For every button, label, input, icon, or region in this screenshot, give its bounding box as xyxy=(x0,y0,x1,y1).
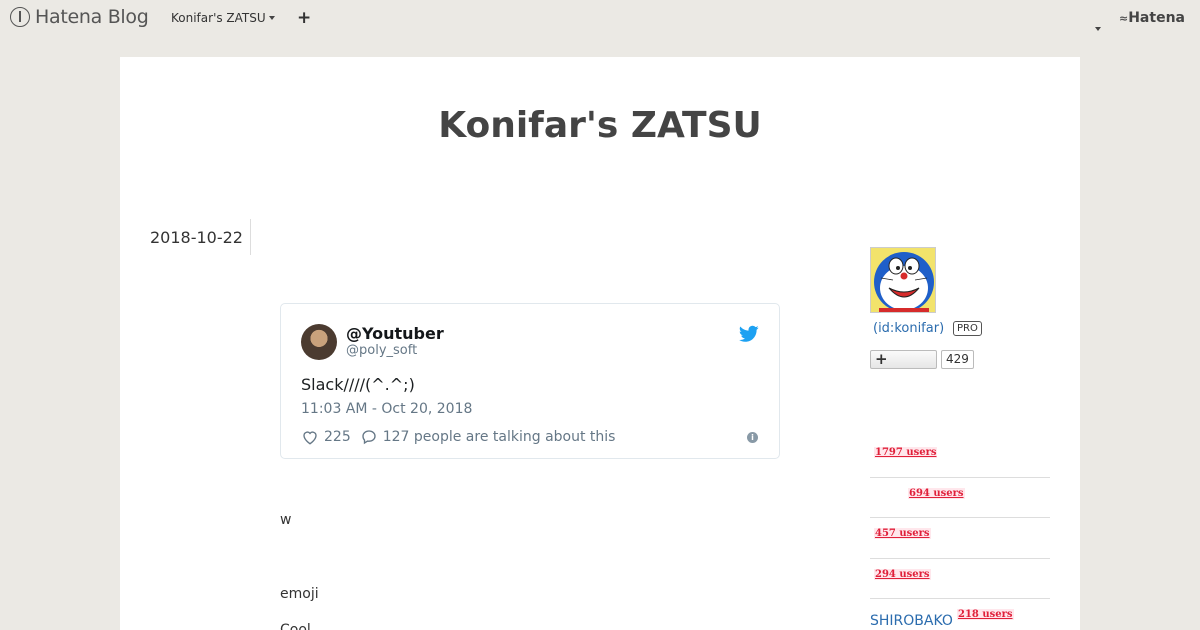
hatena-link[interactable]: ≈ Hatena xyxy=(1119,10,1185,26)
comment-bubble-icon[interactable] xyxy=(360,428,378,446)
new-entry-button[interactable]: + xyxy=(297,8,311,28)
popular-entry-item[interactable]: 694 users xyxy=(870,478,1050,518)
user-menu-dropdown[interactable] xyxy=(1095,16,1101,35)
hatena-link-label: Hatena xyxy=(1128,10,1185,26)
subscribe-button[interactable]: + xyxy=(870,350,937,369)
entry-body-line: Cool xyxy=(280,622,311,630)
pro-badge: PRO xyxy=(953,321,982,336)
blog-menu-dropdown[interactable]: Konifar's ZATSU xyxy=(171,11,275,25)
bookmark-users-badge[interactable]: 218 users xyxy=(957,609,1014,620)
twitter-bird-icon[interactable] xyxy=(739,325,759,343)
popular-entry-item[interactable]: 457 users xyxy=(870,518,1050,559)
tweet-like-count[interactable]: 225 xyxy=(324,429,351,445)
tweet-text: Slack////(^.^;) xyxy=(301,375,415,394)
tweet-author-handle[interactable]: @poly_soft xyxy=(346,343,417,358)
bookmark-users-badge[interactable]: 294 users xyxy=(874,568,931,580)
blog-menu-label: Konifar's ZATSU xyxy=(171,11,266,25)
bookmark-users-badge[interactable]: 457 users xyxy=(874,528,931,539)
tweet-talking-count[interactable]: 127 people are talking about this xyxy=(383,429,616,445)
subscriber-count: 429 xyxy=(941,350,974,369)
chevron-down-icon xyxy=(268,16,275,20)
profile-avatar[interactable] xyxy=(870,247,936,313)
hatena-blog-logo[interactable]: Hatena Blog xyxy=(10,6,149,28)
popular-entry-item[interactable]: 294 users xyxy=(870,559,1050,599)
tweet-author-name[interactable]: @Youtuber xyxy=(346,324,444,343)
chevron-down-icon xyxy=(1095,27,1101,31)
popular-entry-item[interactable]: 1797 users xyxy=(870,437,1050,478)
hatena-logo-icon: ≈ xyxy=(1119,11,1128,25)
profile-id-link[interactable]: (id:konifar) xyxy=(873,321,944,336)
hatena-blog-logo-text: Hatena Blog xyxy=(35,6,149,28)
tweet-timestamp[interactable]: 11:03 AM - Oct 20, 2018 xyxy=(301,401,472,417)
entry-body-line: w xyxy=(280,512,292,528)
popular-entries-list: 1797 users 694 users 457 users 294 users… xyxy=(870,437,1050,630)
doraemon-avatar-image xyxy=(871,248,935,312)
popular-entry-item[interactable]: SHIROBAKO 218 users xyxy=(870,599,1050,630)
bookmark-users-badge[interactable]: 1797 users xyxy=(874,447,938,458)
popular-entry-title[interactable]: SHIROBAKO xyxy=(870,613,953,629)
plus-icon: + xyxy=(875,350,888,368)
date-divider xyxy=(250,219,251,255)
blog-page: Konifar's ZATSU 2018-10-22 @Youtuber @po… xyxy=(120,57,1080,630)
entry-body-line: emoji xyxy=(280,586,319,602)
heart-icon[interactable] xyxy=(301,428,319,446)
tweet-author-avatar[interactable] xyxy=(301,324,337,360)
hatena-blog-logo-icon xyxy=(10,7,30,27)
global-header: Hatena Blog Konifar's ZATSU + ≈ Hatena xyxy=(0,0,1200,38)
info-icon[interactable]: i xyxy=(747,432,758,443)
embedded-tweet[interactable]: @Youtuber @poly_soft Slack////(^.^;) 11:… xyxy=(280,303,780,459)
blog-title[interactable]: Konifar's ZATSU xyxy=(120,105,1080,146)
tweet-actions: 225 127 people are talking about this xyxy=(301,428,615,446)
entry-date[interactable]: 2018-10-22 xyxy=(150,228,243,247)
bookmark-users-badge[interactable]: 694 users xyxy=(908,487,965,499)
